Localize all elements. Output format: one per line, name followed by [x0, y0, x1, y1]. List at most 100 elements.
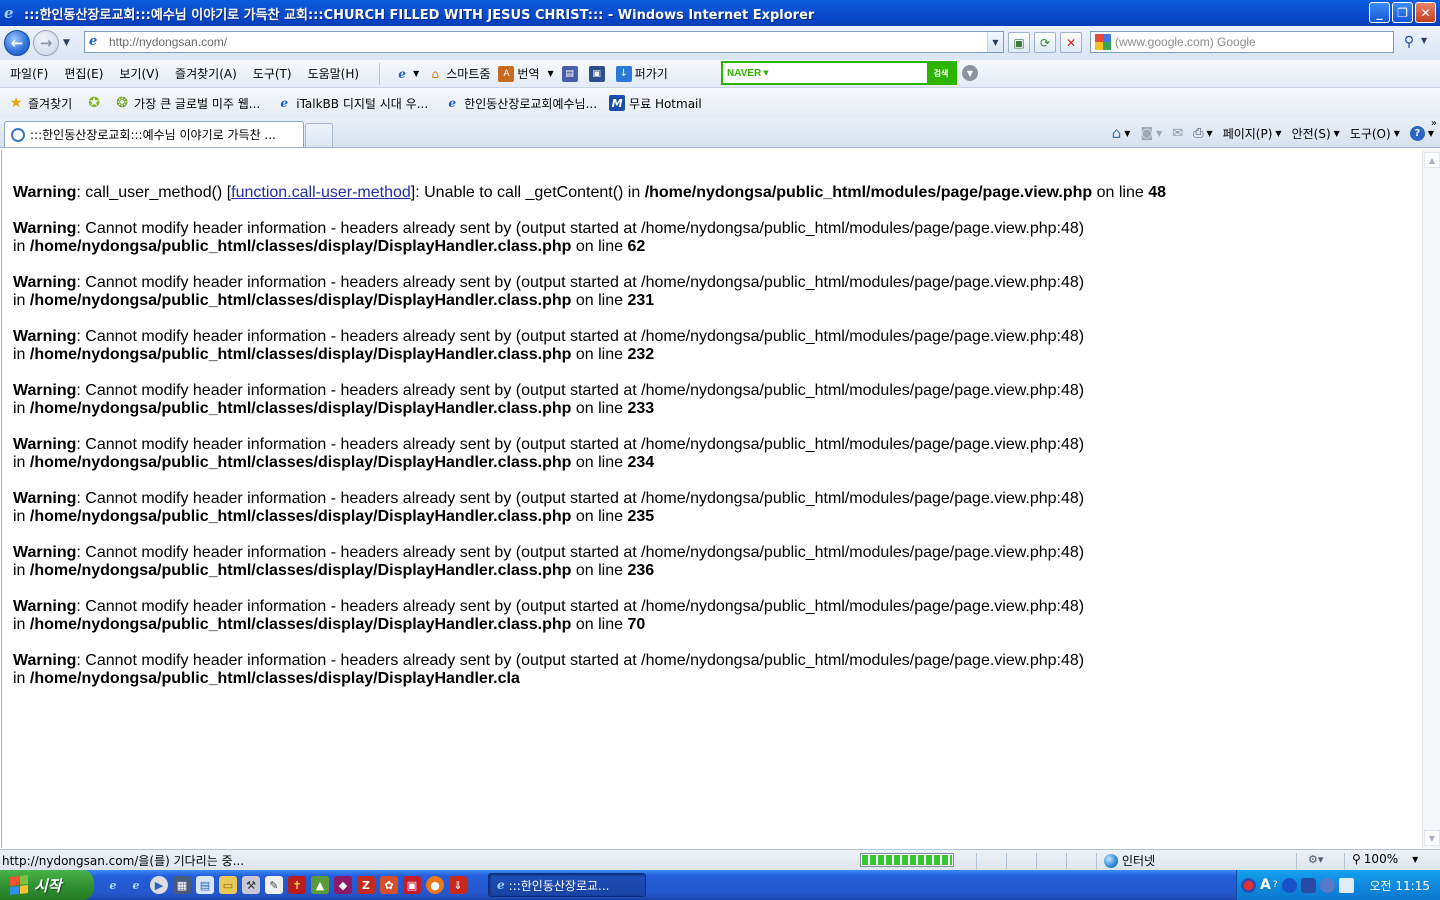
vertical-scrollbar[interactable]: ▲ ▼	[1422, 150, 1440, 848]
fav-item-3-label: 한인동산장로교회예수님...	[464, 96, 598, 111]
search-options-icon[interactable]: ▼	[1421, 36, 1427, 45]
address-row: ← → ▼ e http://nydongsan.com/ ▼ ▣ ⟳ ✕ (w…	[0, 26, 1440, 60]
warning-message: Warning: call_user_method() [function.ca…	[13, 184, 1422, 202]
home-zoom-icon: ⌂	[431, 66, 440, 81]
print-button[interactable]: ⎙ ▼	[1193, 126, 1213, 141]
maximize-button[interactable]: ❐	[1392, 2, 1413, 23]
naver-options-icon[interactable]: ▼	[962, 65, 978, 81]
page-content[interactable]: Warning: call_user_method() [function.ca…	[1, 150, 1422, 848]
warning-text: : Cannot modify header information - hea…	[76, 490, 1085, 507]
quick-launch: e e ▶ ▦ ▤ ▭ ⚒ ✎ ✝ ▲ ◆ Z ✿ ▣ ● ⇓	[104, 876, 472, 894]
document-icon[interactable]: ▤	[196, 876, 214, 894]
ie-launch-icon[interactable]: e	[104, 876, 122, 894]
menu-view[interactable]: 보기(V)	[119, 65, 159, 82]
page-menu-button[interactable]: 페이지(P) ▼	[1223, 125, 1282, 142]
landscape-icon[interactable]: ▲	[311, 876, 329, 894]
photo-icon[interactable]: ▣	[403, 876, 421, 894]
filezilla-icon[interactable]: Z	[357, 876, 375, 894]
naver-search-box[interactable]: NAVER ▼ 검색	[721, 61, 957, 85]
pdf-icon[interactable]: ⇓	[449, 876, 467, 894]
naver-search-button[interactable]: 검색	[927, 63, 955, 83]
address-input[interactable]: http://nydongsan.com/	[109, 35, 227, 49]
folder-icon[interactable]: ▭	[219, 876, 237, 894]
start-button[interactable]: 시작	[0, 870, 94, 900]
forward-button[interactable]: →	[33, 30, 59, 56]
in-text: in	[13, 292, 30, 309]
star-icon: ★	[9, 95, 23, 111]
search-input[interactable]: (www.google.com) Google	[1115, 35, 1256, 49]
ie-launch-icon[interactable]: e	[127, 876, 145, 894]
network-icon[interactable]: ▦	[173, 876, 191, 894]
safety-menu-label: 안전(S)	[1291, 126, 1331, 141]
naver-dropdown-icon[interactable]: ▼	[763, 69, 768, 77]
address-dropdown-icon[interactable]: ▼	[987, 32, 1003, 52]
firefox-icon[interactable]: ●	[426, 876, 444, 894]
search-box[interactable]: (www.google.com) Google	[1090, 31, 1394, 53]
translate-button[interactable]: A 번역 ▼	[498, 65, 554, 82]
fav-item-2[interactable]: e iTalkBB 디지털 시대 우...	[276, 95, 428, 112]
add-favorite-button[interactable]: ✪	[86, 95, 106, 111]
language-icon[interactable]: A	[1260, 877, 1271, 893]
fav-item-3[interactable]: e 한인동산장로교회예수님...	[444, 95, 597, 112]
back-button[interactable]: ←	[4, 30, 30, 56]
mail-button[interactable]: ✉	[1172, 126, 1183, 141]
bluetooth-icon[interactable]	[1281, 877, 1297, 893]
edit-icon[interactable]: ✎	[265, 876, 283, 894]
scroll-up-icon[interactable]: ▲	[1424, 152, 1440, 168]
history-dropdown-icon[interactable]: ▼	[63, 38, 70, 48]
menu-favorites[interactable]: 즐겨찾기(A)	[175, 65, 237, 82]
menu-tools[interactable]: 도구(T)	[253, 65, 292, 82]
home-button[interactable]: ⌂ ▼	[1112, 124, 1131, 142]
ie-options-button[interactable]: e ▼	[394, 66, 419, 82]
menu-help[interactable]: 도움말(H)	[308, 65, 360, 82]
address-bar[interactable]: e http://nydongsan.com/ ▼	[84, 31, 1004, 53]
windows-logo-icon	[10, 875, 28, 895]
ime-icon[interactable]	[1241, 877, 1256, 893]
game-icon[interactable]: ✿	[380, 876, 398, 894]
title-bar[interactable]: e :::한인동산장로교회:::예수님 이야기로 가득찬 교회:::CHURCH…	[0, 0, 1440, 26]
status-divider	[1096, 853, 1097, 869]
tools-menu-button[interactable]: 도구(O) ▼	[1350, 125, 1400, 142]
safety-menu-button[interactable]: 안전(S) ▼	[1292, 125, 1340, 142]
ime-mode-icon[interactable]: ?	[1273, 880, 1278, 890]
function-doc-link[interactable]: function.call-user-method	[231, 184, 411, 201]
refresh-button[interactable]: ⟳	[1034, 32, 1056, 53]
menu-edit[interactable]: 편집(E)	[64, 65, 103, 82]
translate-dropdown-icon: ▼	[547, 69, 554, 78]
fav-item-1[interactable]: ❂ 가장 큰 글로벌 미주 웹...	[114, 95, 260, 112]
scroll-down-icon[interactable]: ▼	[1424, 830, 1440, 846]
search-go-icon[interactable]: ⚲	[1398, 31, 1420, 53]
shield-icon[interactable]	[1300, 877, 1316, 893]
new-tab-button[interactable]	[305, 123, 333, 147]
save-button[interactable]: ▣	[588, 65, 608, 82]
favorites-button[interactable]: ★ 즐겨찾기	[8, 95, 72, 112]
warning-label: Warning	[13, 652, 77, 669]
smartzoom-button[interactable]: ⌂ 스마트줌	[427, 65, 490, 82]
close-button[interactable]: ✕	[1415, 2, 1436, 23]
book-button[interactable]: ▤	[561, 65, 581, 82]
fav-item-4[interactable]: M 무료 Hotmail	[609, 95, 702, 112]
stop-button[interactable]: ✕	[1060, 32, 1082, 53]
update-icon[interactable]	[1319, 877, 1335, 893]
book-icon: ▤	[561, 65, 578, 82]
network-tray-icon[interactable]	[1338, 877, 1354, 893]
toolbox-icon[interactable]: ⚒	[242, 876, 260, 894]
feeds-button[interactable]: ◙ ▼	[1140, 126, 1162, 141]
taskbar-ie-window[interactable]: e :::한인동산장로교...	[488, 873, 646, 897]
line-number: 70	[627, 616, 646, 633]
in-text: in	[13, 616, 30, 633]
pagesave-button[interactable]: ↓ 퍼가기	[615, 65, 668, 82]
chevron-more-icon[interactable]: »	[1431, 118, 1437, 129]
app-icon[interactable]: ◆	[334, 876, 352, 894]
compatibility-view-button[interactable]: ▣	[1008, 32, 1030, 53]
security-zone[interactable]: 인터넷	[1104, 852, 1155, 869]
protected-mode-icon[interactable]: ⚙▾	[1308, 853, 1323, 866]
menu-file[interactable]: 파일(F)	[10, 65, 48, 82]
zoom-control[interactable]: ⚲ 100% ▼	[1352, 852, 1418, 866]
warning-text: : Cannot modify header information - hea…	[76, 220, 1085, 237]
bible-icon[interactable]: ✝	[288, 876, 306, 894]
tab-current[interactable]: :::한인동산장로교회:::예수님 이야기로 가득찬 ...	[4, 121, 304, 147]
warning-text: ]: Unable to call _getContent() in	[410, 184, 645, 201]
minimize-button[interactable]: _	[1369, 2, 1390, 23]
media-player-icon[interactable]: ▶	[150, 876, 168, 894]
